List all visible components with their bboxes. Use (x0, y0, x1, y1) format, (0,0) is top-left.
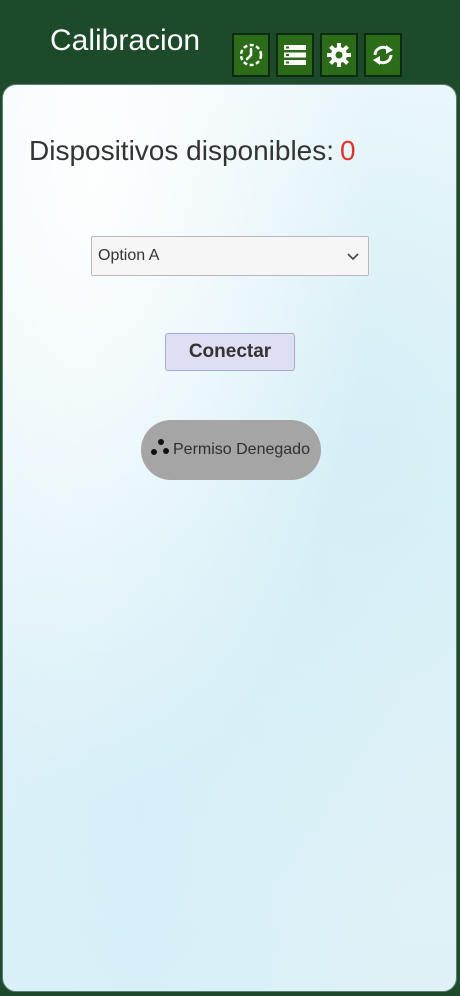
refresh-icon (373, 45, 393, 65)
page-title: Calibracion (50, 24, 201, 57)
history-button[interactable] (232, 33, 270, 77)
list-icon (284, 45, 306, 65)
gear-icon (327, 43, 351, 67)
refresh-button[interactable] (364, 33, 402, 77)
device-select-value: Option A (98, 247, 160, 264)
toolbar (232, 33, 402, 77)
app-window: Calibracion Dispositivos disponibles: 0 … (0, 0, 460, 996)
bottom-edge (0, 992, 460, 996)
permission-status-badge: Permiso Denegado (141, 420, 321, 480)
header-bar: Calibracion (0, 0, 460, 82)
list-button[interactable] (276, 33, 314, 77)
history-icon (239, 43, 263, 67)
devices-available-line: Dispositivos disponibles: 0 (29, 135, 356, 167)
devices-count: 0 (340, 135, 356, 166)
device-select[interactable]: Option A (91, 236, 369, 276)
settings-button[interactable] (320, 33, 358, 77)
chevron-down-icon (347, 253, 359, 261)
main-panel: Dispositivos disponibles: 0 Option A Cone… (2, 84, 457, 992)
connect-button[interactable]: Conectar (165, 333, 295, 371)
permission-status-text: Permiso Denegado (173, 441, 310, 458)
loading-spinner-icon (151, 439, 169, 455)
devices-label: Dispositivos disponibles: (29, 135, 335, 166)
